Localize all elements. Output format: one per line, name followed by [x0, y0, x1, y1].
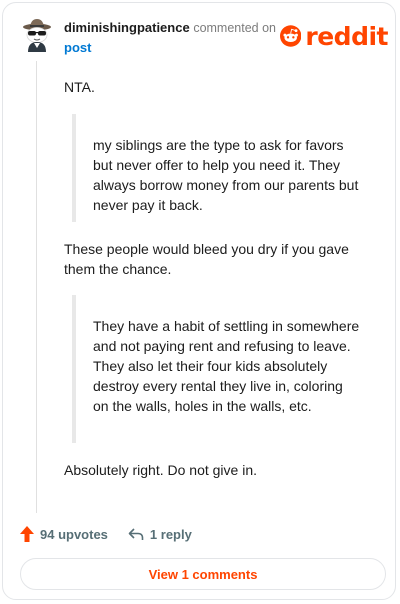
reddit-wordmark: reddit	[305, 21, 388, 51]
commented-label: commented on	[193, 21, 276, 35]
comment-header: diminishingpatience commented on post	[64, 18, 279, 57]
upvote-button[interactable]: 94 upvotes	[20, 526, 108, 542]
reply-count: 1 reply	[149, 526, 192, 542]
comment-actions: 94 upvotes 1 reply	[20, 524, 192, 544]
comment-paragraph: These people would bleed you dry if you …	[64, 241, 349, 277]
upvote-count: 94 upvotes	[40, 526, 108, 542]
blockquote: They have a habit of settling in somewhe…	[72, 295, 362, 443]
comment-paragraph: Absolutely right. Do not give in.	[64, 462, 257, 478]
upvote-arrow-icon	[20, 526, 34, 542]
blockquote: my siblings are the type to ask for favo…	[72, 114, 362, 222]
comment-card: diminishingpatience commented on post re…	[2, 2, 396, 600]
thread-line[interactable]	[36, 61, 37, 513]
reddit-logo: reddit	[280, 21, 388, 51]
avatar[interactable]	[22, 18, 52, 52]
post-link[interactable]: post	[64, 38, 279, 57]
reply-icon	[128, 528, 144, 540]
username[interactable]: diminishingpatience	[64, 20, 190, 35]
reddit-snoo-icon	[280, 25, 302, 47]
view-comments-button[interactable]: View 1 comments	[20, 558, 386, 590]
comment-paragraph: NTA.	[64, 79, 95, 95]
reply-button[interactable]: 1 reply	[128, 527, 192, 542]
